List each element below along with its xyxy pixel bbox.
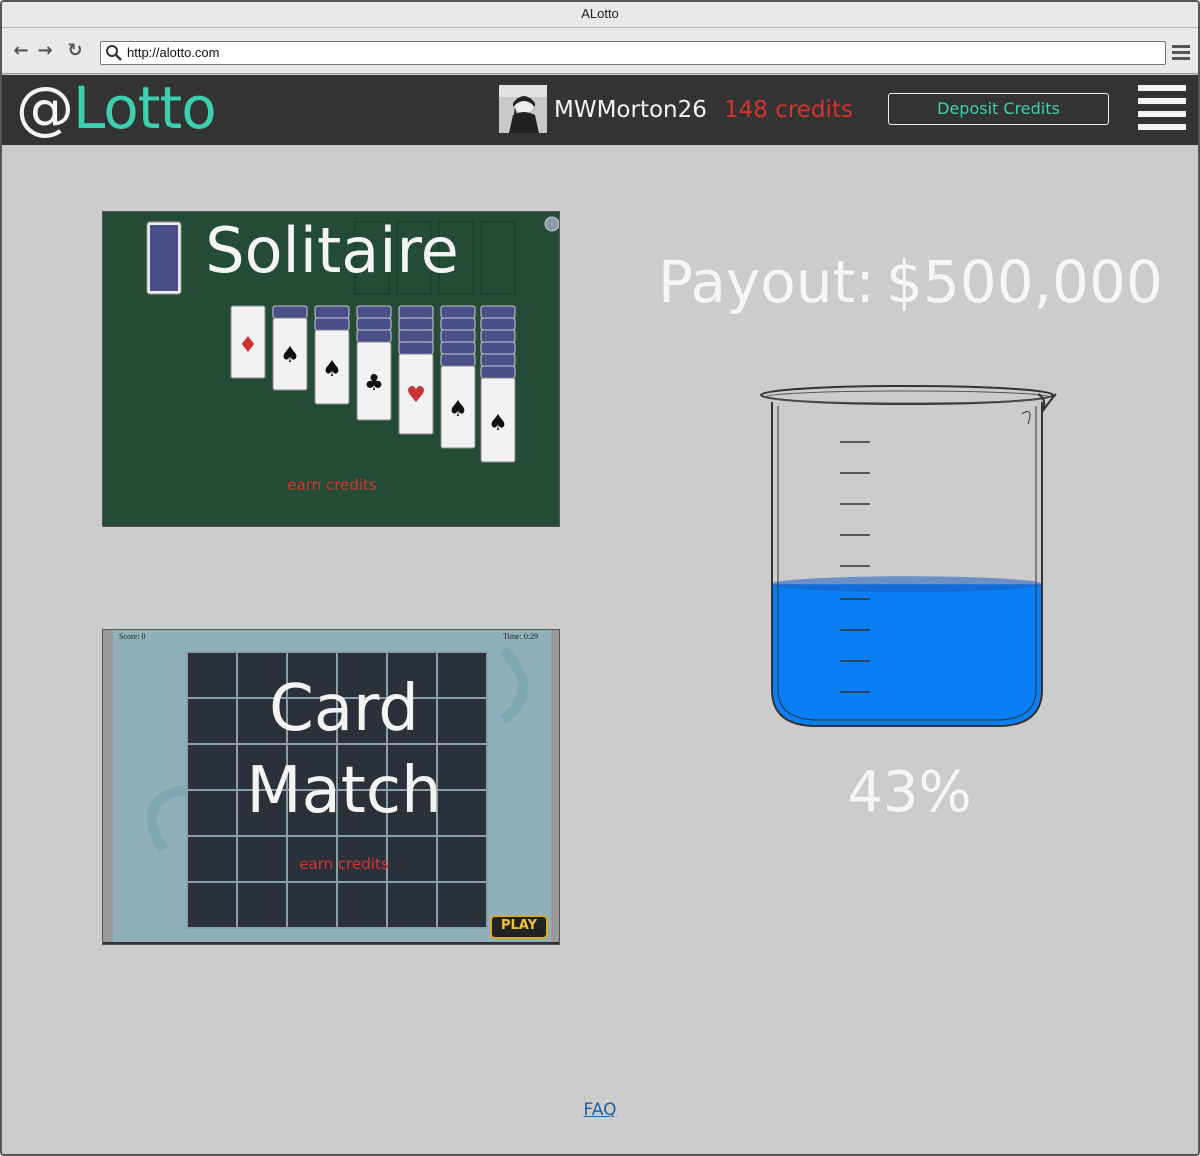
play-badge[interactable]: PLAY — [491, 916, 547, 936]
svg-text:♥: ♥ — [406, 383, 426, 408]
svg-text:♣: ♣ — [364, 371, 384, 396]
back-arrow-icon[interactable]: ← — [10, 40, 32, 62]
score-text: Score: 0 — [119, 632, 146, 641]
window-title: ALotto — [2, 2, 1198, 28]
avatar[interactable] — [499, 85, 547, 133]
hamburger-menu-icon[interactable] — [1138, 85, 1186, 131]
logo-symbol: @ — [16, 74, 74, 142]
solitaire-earn-credits-link[interactable]: earn credits — [103, 476, 559, 494]
url-text: http://alotto.com — [127, 45, 220, 60]
username[interactable]: MWMorton26 — [554, 75, 707, 145]
site-logo[interactable]: @Lotto — [16, 74, 217, 145]
solitaire-title: Solitaire — [205, 214, 459, 287]
svg-text:♦: ♦ — [238, 333, 258, 358]
progress-percent: 43% — [847, 760, 972, 825]
svg-text:♠: ♠ — [488, 411, 508, 436]
card-match-title-line1: Card — [269, 672, 419, 746]
svg-text:♠: ♠ — [322, 357, 342, 382]
payout-label: Payout: — [658, 248, 875, 316]
timer-text: Time: 0:29 — [503, 632, 539, 641]
svg-text:♠: ♠ — [448, 397, 468, 422]
svg-text:♠: ♠ — [280, 343, 300, 368]
card-match-title-line2: Match — [246, 754, 442, 828]
logo-name: Lotto — [73, 74, 217, 142]
card-match-earn-credits-link[interactable]: earn credits — [103, 855, 559, 873]
user-photo-icon — [499, 85, 547, 133]
credits-balance: 148 credits — [724, 97, 853, 123]
reload-icon[interactable]: ↻ — [64, 40, 86, 62]
beaker-water-surface — [771, 576, 1043, 593]
payout-value: $500,000 — [886, 248, 1163, 316]
faq-link[interactable]: FAQ — [562, 1100, 638, 1120]
card-match-game-tile[interactable]: Score: 0 Time: 0:29 Card Match earn cred… — [102, 629, 560, 945]
browser-toolbar: ← → ↻ http://alotto.com — [2, 28, 1198, 74]
beaker-water-fill — [772, 584, 1042, 726]
browser-window: ALotto ← → ↻ http://alotto.com @Lotto MW… — [0, 0, 1200, 1156]
address-bar[interactable]: http://alotto.com — [100, 41, 1166, 65]
beaker-progress-graphic — [760, 385, 1057, 727]
browser-menu-icon[interactable] — [1172, 45, 1190, 61]
solitaire-game-tile[interactable]: ♦ ♠ ♠ ♣ ♥ ♠ ♠ Solitaire earn credits — [102, 211, 560, 527]
site-header: @Lotto MWMorton26 148 credits Deposit Cr… — [2, 75, 1198, 145]
deposit-credits-button[interactable]: Deposit Credits — [888, 93, 1109, 125]
search-icon — [106, 45, 122, 61]
forward-arrow-icon[interactable]: → — [34, 40, 56, 62]
